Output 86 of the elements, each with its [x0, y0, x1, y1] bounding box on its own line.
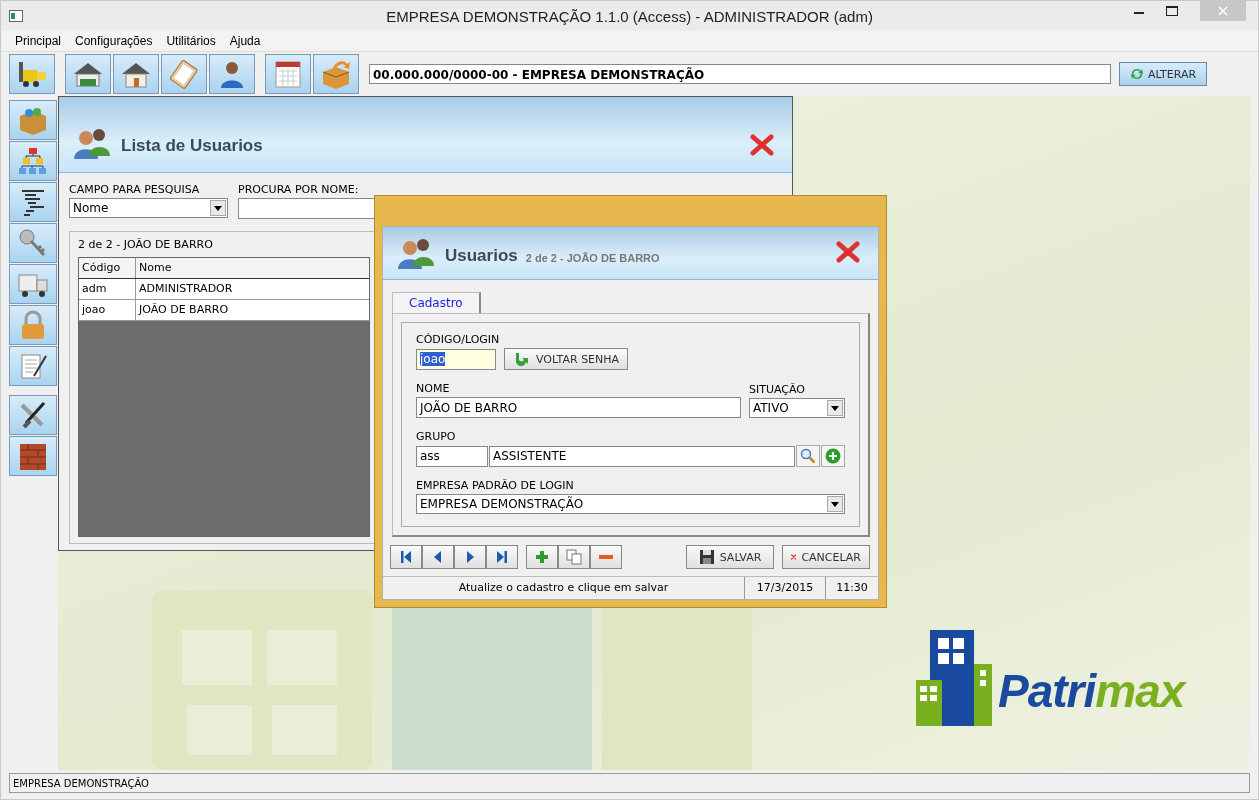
window-heading: Lista de Usuarios [121, 136, 263, 156]
name-field[interactable]: JOÃO DE BARRO [416, 397, 741, 418]
search-button[interactable] [796, 445, 820, 467]
field-label: GRUPO [416, 430, 457, 443]
next-record-button[interactable] [454, 545, 486, 569]
copy-button[interactable] [558, 545, 590, 569]
group-code-field[interactable]: ass [416, 445, 488, 467]
company-field[interactable]: 00.000.000/0000-00 - EMPRESA DEMONSTRAÇÃO [369, 64, 1111, 84]
calendar-button[interactable] [265, 54, 311, 94]
table-cell: joao [79, 300, 136, 320]
record-subtitle: 2 de 2 - JOÃO DE BARRO [525, 252, 660, 264]
field-label: CÓDIGO/LOGIN [416, 333, 501, 346]
record-label: 2 de 2 - JOÃO DE BARRO [78, 238, 214, 251]
plus-icon [825, 448, 841, 464]
change-button[interactable]: ALTERAR [1119, 62, 1207, 86]
field-label: NOME [416, 382, 451, 395]
plus-icon [535, 550, 549, 564]
search-icon [800, 448, 816, 464]
tab[interactable]: Cadastro [392, 292, 481, 313]
tools-button[interactable] [9, 395, 57, 435]
list-button[interactable] [9, 182, 57, 222]
close-icon[interactable] [836, 241, 860, 263]
truck-button[interactable] [9, 264, 57, 304]
document-button[interactable] [9, 346, 57, 386]
menu-item[interactable]: Utilitários [166, 34, 216, 48]
status-time: 11:30 [835, 580, 869, 596]
save-button[interactable]: SALVAR [686, 545, 774, 569]
column-header[interactable]: Nome [136, 258, 369, 278]
add-group-button[interactable] [821, 445, 845, 467]
remove-button[interactable] [590, 545, 622, 569]
menu-item[interactable]: Ajuda [229, 34, 261, 48]
copy-icon [566, 549, 582, 565]
dropdown-arrow-icon [831, 405, 839, 411]
menu-item[interactable]: Principal [15, 34, 62, 48]
house-button[interactable] [113, 54, 159, 94]
refresh-icon [1129, 67, 1144, 81]
app-icon [9, 10, 23, 22]
close-icon [1218, 6, 1228, 16]
table-cell: adm [79, 279, 136, 299]
previous-record-button[interactable] [422, 545, 454, 569]
users-icon [73, 126, 111, 160]
reset-password-button[interactable]: VOLTAR SENHA [504, 348, 629, 370]
login-field[interactable]: joao [416, 348, 496, 370]
field-label: SITUAÇÃO [749, 383, 806, 396]
next-icon [465, 550, 475, 564]
warehouse-button[interactable] [65, 54, 111, 94]
status-dropdown[interactable]: ATIVO [749, 398, 845, 418]
org-chart-button[interactable] [9, 141, 57, 181]
window-heading: Usuarios [445, 246, 518, 266]
buildings-logo-icon [916, 630, 994, 726]
first-icon [400, 550, 412, 564]
company-dropdown[interactable]: EMPRESA DEMONSTRAÇÃO [416, 494, 845, 514]
dropdown-arrow-icon [831, 501, 839, 507]
clipboard-button[interactable] [161, 54, 207, 94]
status-date: 17/3/2015 [745, 577, 826, 599]
group-name-field[interactable]: ASSISTENTE [489, 445, 795, 467]
last-record-button[interactable] [486, 545, 518, 569]
curved-arrow-icon [513, 351, 531, 367]
add-button[interactable] [526, 545, 558, 569]
logo-text: Patrimax [998, 664, 1185, 718]
maximize-icon[interactable] [1166, 6, 1178, 16]
column-header[interactable]: Código [79, 258, 136, 278]
field-label: PROCURA POR NOME: [238, 183, 360, 196]
person-button[interactable] [209, 54, 255, 94]
first-record-button[interactable] [390, 545, 422, 569]
box-button[interactable] [9, 100, 57, 140]
close-icon[interactable] [750, 134, 774, 156]
key-button[interactable] [9, 223, 57, 263]
table-cell-text: JOÃO DE BARRO [137, 302, 230, 318]
search-field-dropdown[interactable]: Nome [69, 198, 228, 218]
status-message: Atualize o cadastro e clique em salvar [383, 577, 745, 599]
previous-icon [433, 550, 443, 564]
field-label: EMPRESA PADRÃO DE LOGIN [416, 479, 575, 492]
menu-item[interactable]: Configurações [75, 34, 153, 48]
forklift-button[interactable] [9, 54, 55, 94]
field-label: CAMPO PARA PESQUISA [69, 183, 201, 196]
users-icon [397, 236, 435, 270]
window-title: EMPRESA DEMONSTRAÇÃO 1.1.0 (Access) - ADMINISTRADOR (adm) [386, 7, 873, 25]
cancel-button[interactable]: CANCELAR [782, 545, 870, 569]
box-button[interactable] [313, 54, 359, 94]
minus-icon [599, 554, 613, 560]
status-text: EMPRESA DEMONSTRAÇÃO [12, 777, 149, 789]
dropdown-arrow-icon [214, 205, 222, 211]
last-icon [496, 550, 508, 564]
table-cell-text: ADMINISTRADOR [138, 281, 234, 297]
bricks-button[interactable] [9, 436, 57, 476]
